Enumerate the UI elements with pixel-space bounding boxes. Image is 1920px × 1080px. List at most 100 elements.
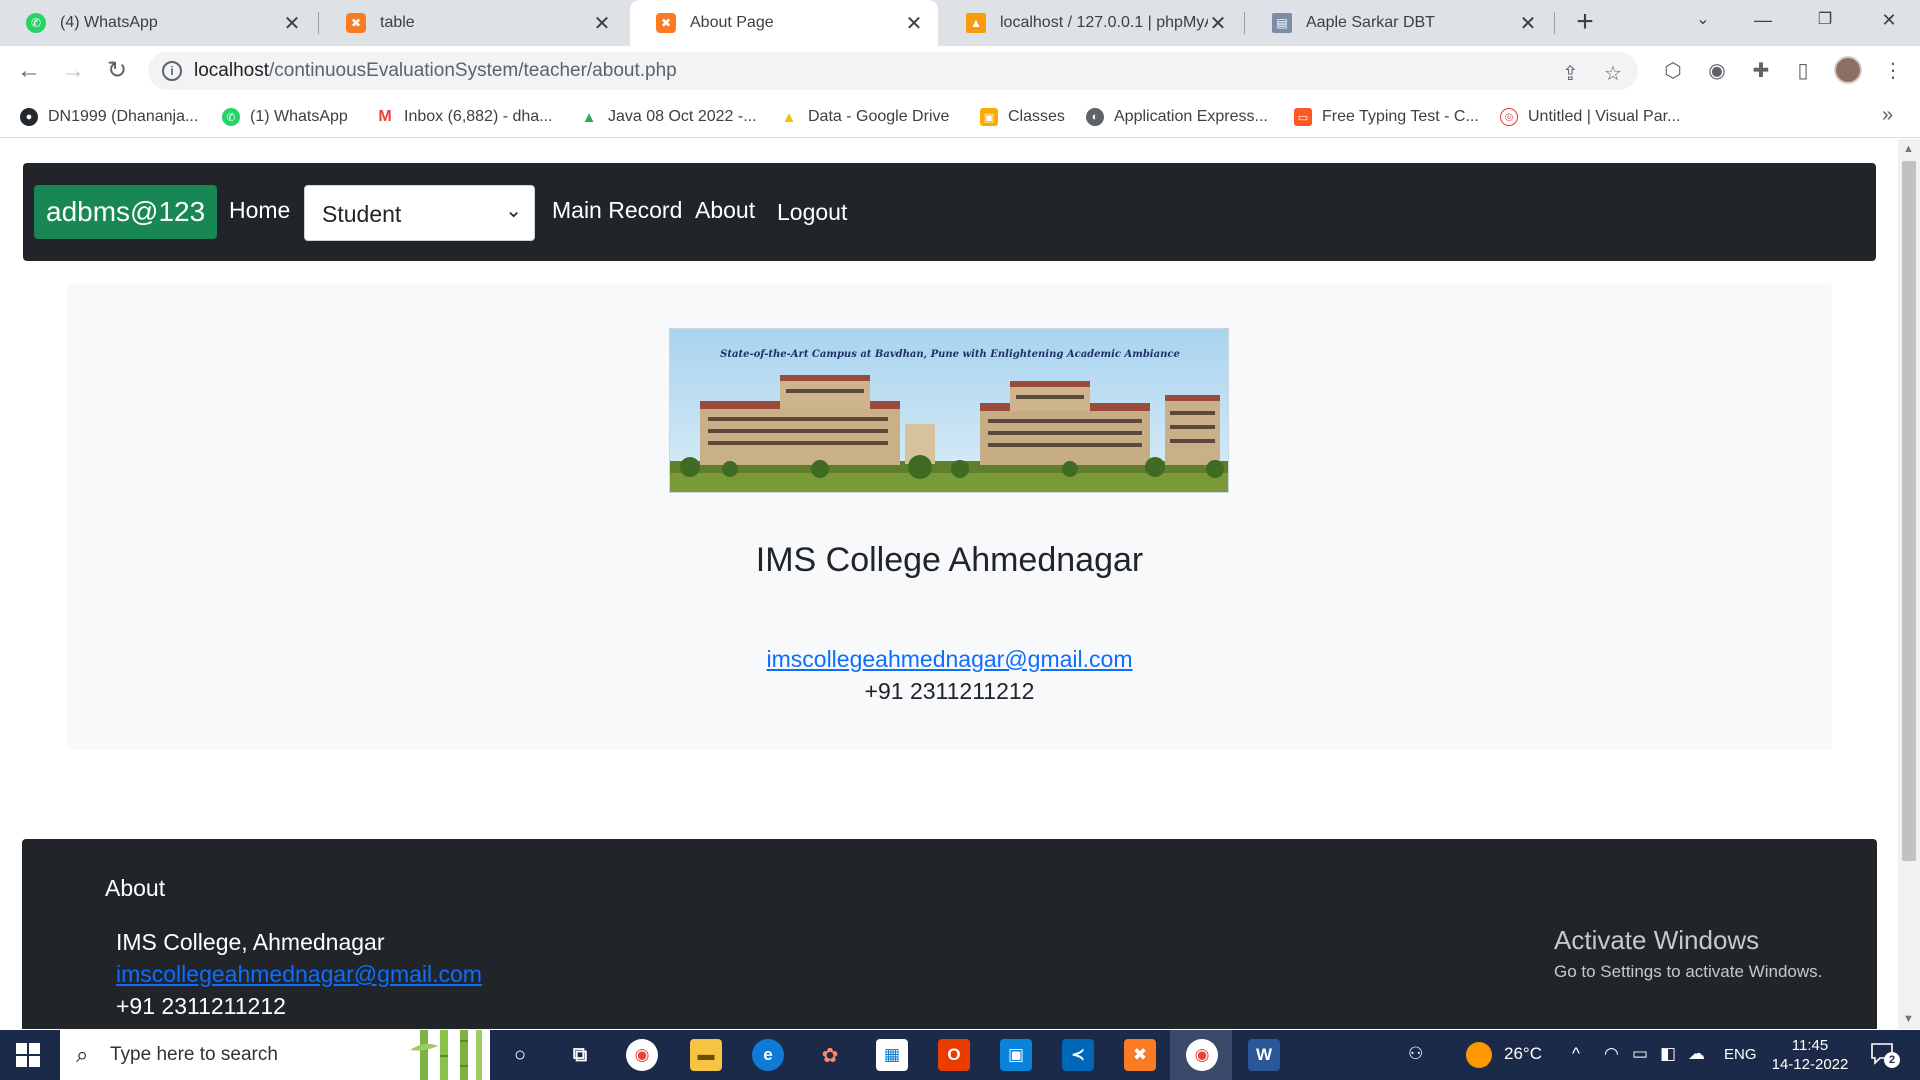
bookmark-label: Inbox (6,882) - dha... <box>404 108 553 125</box>
close-icon[interactable]: ✕ <box>1518 11 1538 36</box>
tab-about-page[interactable]: ✖ About Page ✕ <box>630 0 938 46</box>
tab-whatsapp[interactable]: ✆ (4) WhatsApp ✕ <box>0 0 316 46</box>
xampp-icon: ✖ <box>346 13 366 33</box>
office-icon[interactable]: O <box>938 1039 970 1071</box>
phpmyadmin-icon: ▲ <box>966 13 986 33</box>
file-explorer-icon[interactable]: ▬ <box>690 1039 722 1071</box>
scroll-down-arrow-icon[interactable]: ▼ <box>1903 1013 1914 1025</box>
cortana-circle-icon[interactable]: ○ <box>504 1039 536 1071</box>
word-icon[interactable]: W <box>1248 1039 1280 1071</box>
nav-logout-link[interactable]: Logout <box>777 199 847 226</box>
bookmark-visual-paradigm[interactable]: ◎ Untitled | Visual Par... <box>1500 105 1680 129</box>
bookmark-classes[interactable]: ▣ Classes <box>980 105 1065 129</box>
whatsapp-icon: ✆ <box>26 13 46 33</box>
microsoft-store-icon[interactable]: ▦ <box>876 1039 908 1071</box>
paint-icon[interactable]: ✿ <box>814 1039 846 1071</box>
clock-date: 14-12-2022 <box>1771 1056 1849 1073</box>
page-scrollbar[interactable]: ▲ ▼ <box>1898 139 1920 1029</box>
url-host: localhost <box>194 60 269 81</box>
bookmark-java-drive[interactable]: ▲ Java 08 Oct 2022 -... <box>580 105 757 129</box>
share-icon[interactable]: ⇪ <box>1562 61 1579 86</box>
close-icon[interactable]: ✕ <box>282 11 302 36</box>
visual-paradigm-icon: ◎ <box>1500 108 1518 126</box>
extension-grammar-icon[interactable]: ◉ <box>1704 58 1730 84</box>
tab-title: localhost / 127.0.0.1 | phpMyA <box>1000 14 1208 31</box>
tab-title: table <box>380 14 415 31</box>
site-info-icon[interactable]: i <box>162 61 182 81</box>
chrome-active-icon[interactable]: ◉ <box>1186 1039 1218 1071</box>
close-icon[interactable]: ✕ <box>592 11 612 36</box>
bookmark-google-drive[interactable]: ▲ Data - Google Drive <box>780 105 949 129</box>
tray-chevron-up-icon[interactable]: ^ <box>1572 1044 1580 1064</box>
control-panel-icon[interactable]: ▣ <box>1000 1039 1032 1071</box>
restore-button[interactable]: ❐ <box>1802 0 1848 40</box>
scrollbar-thumb[interactable] <box>1902 161 1916 861</box>
weather-sun-icon[interactable] <box>1466 1042 1492 1068</box>
nav-about-link[interactable]: About <box>695 197 755 224</box>
new-tab-button[interactable]: + <box>1570 7 1600 38</box>
people-icon[interactable]: ⚇ <box>1408 1044 1423 1064</box>
extensions-puzzle-icon[interactable]: ✚ <box>1748 58 1774 84</box>
tab-phpmyadmin[interactable]: ▲ localhost / 127.0.0.1 | phpMyA ✕ <box>940 0 1242 46</box>
battery-icon[interactable]: ▭ <box>1632 1044 1648 1064</box>
onedrive-cloud-icon[interactable]: ☁ <box>1688 1044 1705 1064</box>
edge-icon[interactable]: e <box>752 1039 784 1071</box>
brand-badge[interactable]: adbms@123 <box>34 185 218 239</box>
side-panel-icon[interactable]: ▯ <box>1790 58 1816 84</box>
bookmark-gmail[interactable]: M Inbox (6,882) - dha... <box>376 105 553 129</box>
taskbar-clock[interactable]: 11:45 14-12-2022 <box>1760 1036 1860 1074</box>
chrome-icon[interactable]: ◉ <box>626 1039 658 1071</box>
tab-table[interactable]: ✖ table ✕ <box>320 0 626 46</box>
minimize-button[interactable]: — <box>1740 0 1786 40</box>
task-view-icon[interactable]: ⧉ <box>564 1039 596 1071</box>
address-bar[interactable]: i localhost/continuousEvaluationSystem/t… <box>148 52 1638 90</box>
taskbar-search-box[interactable]: ⌕ Type here to search <box>60 1030 490 1080</box>
xampp-icon[interactable]: ✖ <box>1124 1039 1156 1071</box>
tab-title: Aaple Sarkar DBT <box>1306 14 1435 31</box>
tab-aaple-sarkar[interactable]: ▤ Aaple Sarkar DBT ✕ <box>1246 0 1552 46</box>
bookmark-apex[interactable]: ◐ Application Express... <box>1086 105 1268 129</box>
bookmark-label: Application Express... <box>1114 108 1268 125</box>
url-text[interactable]: localhost/continuousEvaluationSystem/tea… <box>194 60 677 82</box>
college-email-link[interactable]: imscollegeahmednagar@gmail.com <box>67 646 1832 673</box>
forward-arrow-icon[interactable]: → <box>58 56 88 86</box>
bookmark-typing-test[interactable]: ▭ Free Typing Test - C... <box>1294 105 1479 129</box>
tab-title: About Page <box>690 14 774 31</box>
role-select[interactable]: Student ⌄ <box>304 185 535 241</box>
more-bookmarks-icon[interactable]: » <box>1882 104 1893 127</box>
about-card: State-of-the-Art Campus at Bavdhan, Pune… <box>67 284 1832 750</box>
footer-phone: +91 2311211212 <box>116 993 286 1019</box>
watermark-title: Activate Windows <box>1554 925 1760 955</box>
windows-start-icon[interactable] <box>16 1043 40 1067</box>
back-arrow-icon[interactable]: ← <box>14 56 44 86</box>
bookmark-star-icon[interactable]: ☆ <box>1604 61 1622 86</box>
page-viewport: adbms@123 Home Student ⌄ Main Record Abo… <box>0 139 1920 1029</box>
meet-now-icon[interactable]: ◧ <box>1660 1044 1676 1064</box>
notification-center-icon[interactable]: 2 <box>1870 1042 1900 1068</box>
reload-icon[interactable]: ↻ <box>102 56 132 86</box>
profile-avatar[interactable] <box>1834 56 1862 84</box>
bookmark-label: Untitled | Visual Par... <box>1528 108 1681 125</box>
extension-cube-icon[interactable]: ⬡ <box>1660 58 1686 84</box>
nav-main-record-link[interactable]: Main Record <box>552 197 682 224</box>
scroll-up-arrow-icon[interactable]: ▲ <box>1903 143 1914 155</box>
vscode-icon[interactable]: ≺ <box>1062 1039 1094 1071</box>
window-close-button[interactable]: ✕ <box>1866 0 1912 40</box>
bookmark-label: Classes <box>1008 108 1065 125</box>
tab-search-chevron-icon[interactable]: ⌄ <box>1680 0 1726 40</box>
bookmark-label: Java 08 Oct 2022 -... <box>608 108 757 125</box>
weather-temperature[interactable]: 26°C <box>1504 1044 1542 1064</box>
footer-email-link[interactable]: imscollegeahmednagar@gmail.com <box>116 961 482 988</box>
document-icon: ▤ <box>1272 13 1292 33</box>
windows-taskbar: ⌕ Type here to search ○ ⧉ ◉ ▬ e ✿ ▦ O ▣ … <box>0 1030 1920 1080</box>
bookmark-github[interactable]: ● DN1999 (Dhananja... <box>20 105 198 129</box>
close-icon[interactable]: ✕ <box>1208 11 1228 36</box>
tab-separator <box>1554 12 1555 34</box>
menu-kebab-icon[interactable]: ⋮ <box>1880 58 1906 84</box>
wifi-icon[interactable]: ◠ <box>1604 1044 1619 1064</box>
bookmark-whatsapp[interactable]: ✆ (1) WhatsApp <box>222 105 348 129</box>
nav-home-link[interactable]: Home <box>229 197 290 224</box>
bookmark-label: DN1999 (Dhananja... <box>48 108 199 125</box>
close-icon[interactable]: ✕ <box>904 11 924 36</box>
language-indicator[interactable]: ENG <box>1724 1046 1757 1063</box>
